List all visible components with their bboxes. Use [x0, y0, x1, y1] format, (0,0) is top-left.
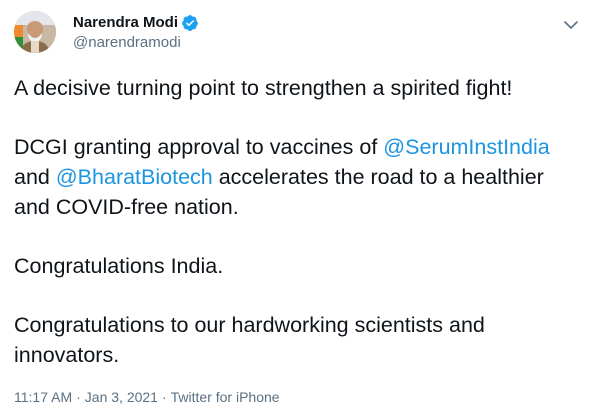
tweet-date[interactable]: Jan 3, 2021: [85, 389, 158, 405]
verified-badge-icon: [181, 14, 199, 32]
handle[interactable]: @narendramodi: [73, 34, 199, 51]
tweet-text: A decisive turning point to strengthen a…: [14, 73, 584, 370]
tweet-paragraph-4: Congratulations to our hardworking scien…: [14, 310, 584, 370]
tweet-line-3: Congratulations India.: [14, 254, 224, 278]
mention-seruminstindia[interactable]: @SerumInstIndia: [383, 135, 549, 159]
separator-dot: ·: [76, 389, 81, 405]
avatar[interactable]: [14, 11, 56, 53]
separator-dot: ·: [161, 389, 167, 405]
tweet-time[interactable]: 11:17 AM: [14, 389, 72, 405]
tweet-text-segment: DCGI granting approval to vaccines of: [14, 135, 384, 159]
tweet-line-1: A decisive turning point to strengthen a…: [14, 76, 513, 100]
tweet-card: Narendra Modi @narendramodi A decisive t…: [0, 0, 597, 419]
tweet-text-segment: and COVID-free nation.: [14, 195, 239, 219]
tweet-footer: 11:17 AM · Jan 3, 2021 · Twitter for iPh…: [14, 389, 280, 405]
tweet-source[interactable]: Twitter for iPhone: [171, 389, 280, 405]
author-info: Narendra Modi @narendramodi: [73, 13, 199, 51]
tweet-text-segment: accelerates the road to a healthier: [212, 165, 544, 189]
mention-bharatbiotech[interactable]: @BharatBiotech: [56, 165, 213, 189]
chevron-down-icon[interactable]: [561, 15, 581, 35]
avatar-photo: [14, 11, 56, 53]
tweet-text-segment: and: [14, 165, 56, 189]
tweet-text-segment: Congratulations to our hardworking scien…: [14, 313, 485, 337]
display-name[interactable]: Narendra Modi: [73, 14, 178, 31]
tweet-paragraph-2: DCGI granting approval to vaccines of @S…: [14, 132, 584, 222]
tweet-header: Narendra Modi @narendramodi: [14, 11, 583, 55]
tweet-text-segment: innovators.: [14, 343, 120, 367]
